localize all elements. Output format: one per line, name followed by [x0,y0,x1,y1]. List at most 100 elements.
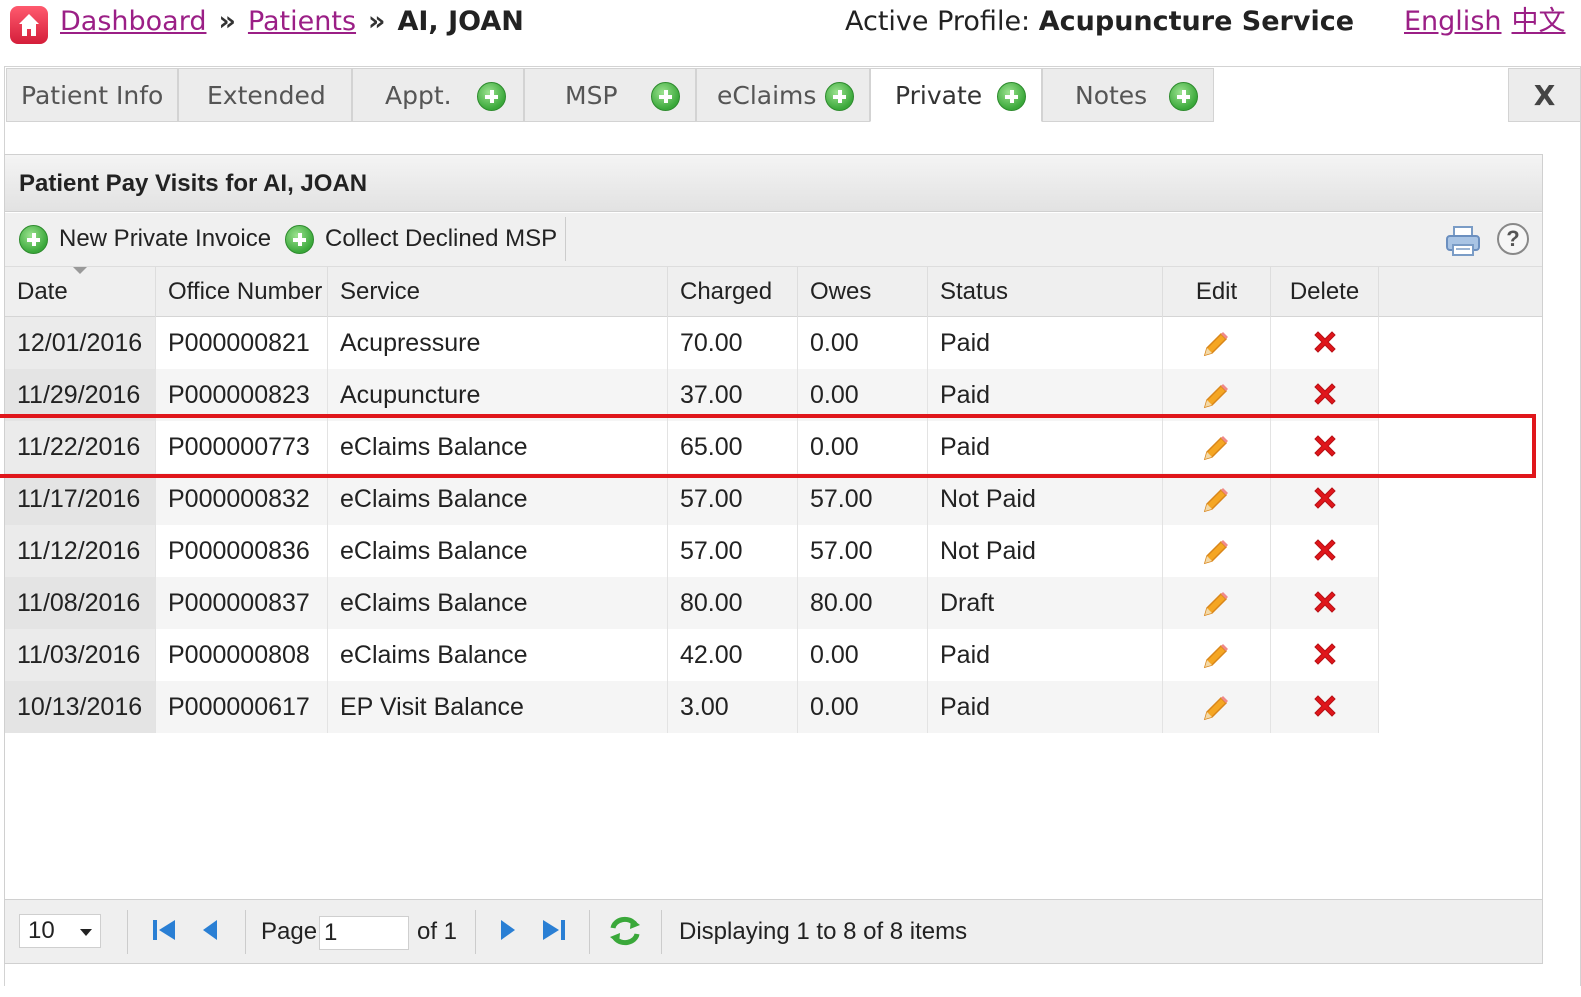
add-private-icon[interactable] [997,82,1026,111]
table-row[interactable]: 11/08/2016 P000000837 eClaims Balance 80.00… [5,577,1379,629]
add-appt-icon[interactable] [477,82,506,111]
cell-status: Paid [928,629,1163,681]
highlighted-row-outline [0,414,1536,478]
tab-eclaims[interactable]: eClaims [696,68,870,122]
cell-office-number: P000000836 [156,525,328,577]
cell-service: eClaims Balance [328,473,668,525]
cell-status: Not Paid [928,525,1163,577]
cell-charged: 42.00 [668,629,798,681]
column-header-owes[interactable]: Owes [798,267,928,317]
language-english-link[interactable]: English [1404,6,1502,37]
home-icon[interactable] [10,6,48,44]
add-eclaims-icon[interactable] [825,82,854,111]
tab-patient-info[interactable]: Patient Info [6,68,178,122]
cell-status: Paid [928,317,1163,369]
breadcrumb-separator: » [368,6,386,37]
patient-pay-visits-panel: Patient Pay Visits for AI, JOAN New Priv… [4,154,1543,964]
delete-x-icon[interactable] [1311,588,1339,621]
toolbar-divider [565,217,566,261]
cell-edit [1163,525,1271,577]
page-size-select[interactable]: 10 [19,914,101,948]
cell-service: Acupressure [328,317,668,369]
edit-pencil-icon[interactable] [1201,589,1231,624]
edit-pencil-icon[interactable] [1201,381,1231,416]
plus-icon [285,225,314,254]
language-chinese-link[interactable]: 中文 [1512,6,1566,37]
cell-status: Paid [928,681,1163,733]
table-row[interactable]: 11/03/2016 P000000808 eClaims Balance 42.00… [5,629,1379,681]
page-count-label: of 1 [417,918,458,945]
column-header-delete: Delete [1271,267,1379,317]
table-row[interactable]: 11/17/2016 P000000832 eClaims Balance 57.00… [5,473,1379,525]
panel-toolbar: New Private Invoice Collect Declined MSP… [5,213,1542,267]
print-icon[interactable] [1445,225,1481,257]
edit-pencil-icon[interactable] [1201,485,1231,520]
edit-pencil-icon[interactable] [1201,641,1231,676]
top-bar: Dashboard » Patients » AI, JOAN Active Profi… [0,0,1581,50]
page-number-input[interactable]: 1 [319,916,409,950]
tab-appt[interactable]: Appt. [352,68,524,122]
next-page-icon[interactable] [499,916,517,951]
sort-indicator-icon [73,267,87,274]
cell-status: Not Paid [928,473,1163,525]
cell-date: 10/13/2016 [5,681,156,733]
grid-header: Date Office Number Service Charged Owes … [5,267,1542,317]
cell-owes: 0.00 [798,681,928,733]
first-page-icon[interactable] [151,916,177,951]
delete-x-icon[interactable] [1311,640,1339,673]
last-page-icon[interactable] [541,916,567,951]
edit-pencil-icon[interactable] [1201,693,1231,728]
delete-x-icon[interactable] [1311,328,1339,361]
column-header-office-number[interactable]: Office Number [156,267,328,317]
cell-date: 11/12/2016 [5,525,156,577]
column-header-date[interactable]: Date [5,267,156,317]
tab-msp[interactable]: MSP [524,68,696,122]
cell-edit [1163,629,1271,681]
cell-service: eClaims Balance [328,577,668,629]
plus-icon [19,225,48,254]
button-label: New Private Invoice [59,225,272,252]
cell-date: 12/01/2016 [5,317,156,369]
delete-x-icon[interactable] [1311,692,1339,725]
tab-private[interactable]: Private [870,68,1042,122]
column-header-edit: Edit [1163,267,1271,317]
delete-x-icon[interactable] [1311,484,1339,517]
previous-page-icon[interactable] [201,916,219,951]
table-row[interactable]: 11/12/2016 P000000836 eClaims Balance 57.00… [5,525,1379,577]
help-icon[interactable]: ? [1497,223,1529,255]
cell-office-number: P000000832 [156,473,328,525]
breadcrumb-dashboard-link[interactable]: Dashboard [60,6,206,37]
column-header-status[interactable]: Status [928,267,1163,317]
active-profile-value: Acupuncture Service [1038,6,1355,37]
edit-pencil-icon[interactable] [1201,329,1231,364]
add-msp-icon[interactable] [651,82,680,111]
table-row[interactable]: 12/01/2016 P000000821 Acupressure 70.00 0.00… [5,317,1379,369]
column-header-service[interactable]: Service [328,267,668,317]
cell-charged: 57.00 [668,473,798,525]
breadcrumb-patients-link[interactable]: Patients [248,6,356,37]
pager-status-text: Displaying 1 to 8 of 8 items [679,918,968,945]
tab-label: Notes [1075,81,1148,110]
tab-label: MSP [565,81,618,110]
close-button[interactable]: X [1508,68,1581,122]
pager-divider [127,910,128,954]
cell-delete [1271,577,1379,629]
table-row[interactable]: 10/13/2016 P000000617 EP Visit Balance 3.00… [5,681,1379,733]
button-label: Collect Declined MSP [325,225,558,252]
refresh-icon[interactable] [607,914,643,955]
tab-label: Appt. [385,81,452,110]
cell-charged: 3.00 [668,681,798,733]
cell-office-number: P000000808 [156,629,328,681]
cell-service: EP Visit Balance [328,681,668,733]
tab-notes[interactable]: Notes [1042,68,1214,122]
cell-charged: 80.00 [668,577,798,629]
cell-date: 11/03/2016 [5,629,156,681]
delete-x-icon[interactable] [1311,380,1339,413]
delete-x-icon[interactable] [1311,536,1339,569]
edit-pencil-icon[interactable] [1201,537,1231,572]
cell-office-number: P000000617 [156,681,328,733]
column-header-charged[interactable]: Charged [668,267,798,317]
page-size-value: 10 [28,917,55,944]
add-notes-icon[interactable] [1169,82,1198,111]
tab-extended[interactable]: Extended [178,68,352,122]
